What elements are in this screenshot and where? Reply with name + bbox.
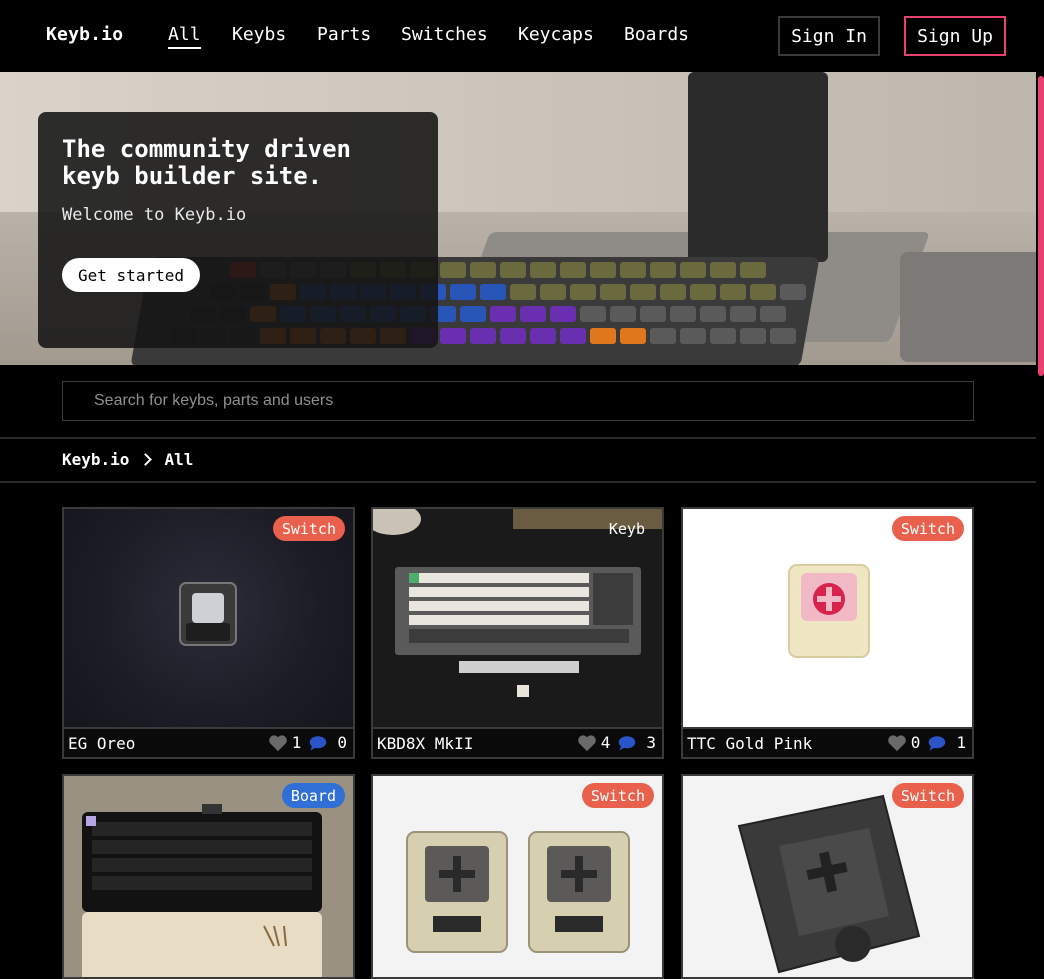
item-card[interactable]: Switch (371, 774, 664, 979)
card-thumbnail[interactable]: Keyb (373, 509, 662, 727)
search-input[interactable] (63, 382, 973, 420)
switch-photo (788, 564, 870, 658)
like-count: 1 (291, 733, 302, 752)
nav-link-keybs[interactable]: Keybs (232, 24, 286, 45)
breadcrumb: Keyb.io All (62, 450, 193, 469)
hero-speaker (900, 252, 1036, 362)
breadcrumb-current: All (164, 450, 194, 469)
nav-link-switches[interactable]: Switches (401, 24, 488, 45)
card-title: EG Oreo (68, 734, 136, 753)
card-stats: 1 0 (268, 733, 347, 752)
heart-icon[interactable] (577, 734, 597, 752)
card-footer: TTC Gold Pink 0 1 (683, 727, 972, 757)
hero-subtitle: Welcome to Keyb.io (62, 205, 247, 225)
brand-logo[interactable]: Keyb.io (46, 24, 123, 45)
heart-icon[interactable] (268, 734, 288, 752)
card-stats: 0 1 (887, 733, 966, 752)
item-card[interactable]: Board (62, 774, 355, 979)
like-count: 0 (910, 733, 921, 752)
divider (0, 437, 1036, 439)
sign-in-button[interactable]: Sign In (778, 16, 880, 56)
category-badge: Switch (581, 783, 654, 808)
card-thumbnail[interactable]: Switch (683, 776, 972, 977)
comment-icon[interactable] (928, 735, 946, 751)
heart-icon[interactable] (887, 734, 907, 752)
category-badge: Switch (891, 783, 964, 808)
card-title: KBD8X MkII (377, 734, 474, 753)
like-count: 4 (600, 733, 611, 752)
comment-count: 1 (956, 733, 966, 752)
item-card[interactable]: Keyb KBD8X MkII 4 3 (371, 507, 664, 759)
nav-link-boards[interactable]: Boards (624, 24, 689, 45)
search-box (62, 381, 974, 421)
card-thumbnail[interactable]: Board (64, 776, 353, 977)
nav-link-all[interactable]: All (168, 24, 201, 49)
chevron-right-icon (139, 453, 153, 466)
category-badge: Keyb (608, 519, 645, 538)
card-title: TTC Gold Pink (687, 734, 813, 753)
card-thumbnail[interactable]: Switch (64, 509, 353, 727)
card-footer: EG Oreo 1 0 (64, 727, 353, 757)
breadcrumb-root[interactable]: Keyb.io (62, 450, 129, 469)
hero-title: The community driven keyb builder site. (62, 135, 351, 190)
divider (0, 481, 1036, 483)
item-card[interactable]: Switch TTC Gold Pink 0 1 (681, 507, 974, 759)
scrollbar-thumb[interactable] (1038, 76, 1044, 376)
card-thumbnail[interactable]: Switch (683, 509, 972, 727)
category-badge: Switch (891, 516, 964, 541)
comment-icon[interactable] (309, 735, 327, 751)
nav-link-keycaps[interactable]: Keycaps (518, 24, 594, 45)
item-card[interactable]: Switch EG Oreo 1 0 (62, 507, 355, 759)
card-stats: 4 3 (577, 733, 656, 752)
comment-count: 3 (646, 733, 656, 752)
card-thumbnail[interactable]: Switch (373, 776, 662, 977)
card-footer: KBD8X MkII 4 3 (373, 727, 662, 757)
get-started-button[interactable]: Get started (62, 258, 200, 292)
nav-link-parts[interactable]: Parts (317, 24, 371, 45)
hero-monitor-stand (688, 72, 828, 262)
top-nav: Keyb.io All Keybs Parts Switches Keycaps… (0, 0, 1036, 72)
switch-photo (179, 582, 237, 646)
comment-count: 0 (337, 733, 347, 752)
sign-up-button[interactable]: Sign Up (904, 16, 1006, 56)
comment-icon[interactable] (618, 735, 636, 751)
keyboard-photo (373, 509, 662, 697)
item-card[interactable]: Switch (681, 774, 974, 979)
category-badge: Switch (272, 516, 345, 541)
category-badge: Board (281, 783, 345, 808)
